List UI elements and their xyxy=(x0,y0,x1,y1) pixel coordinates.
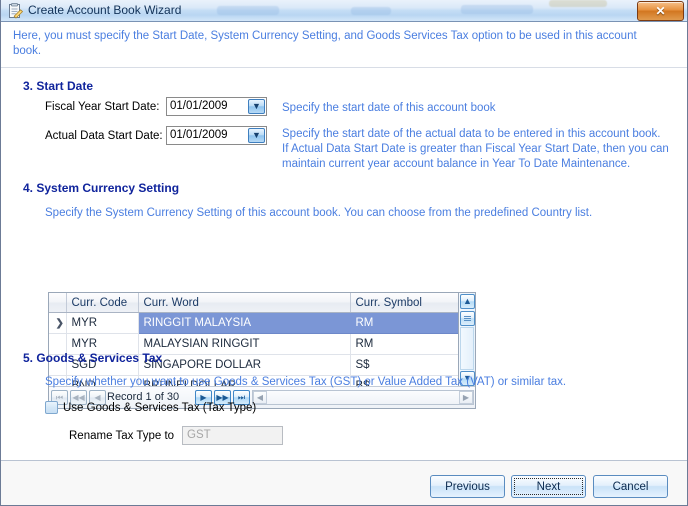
chevron-left-icon: ◀ xyxy=(256,393,264,402)
grid-vertical-scrollbar[interactable]: ▲ ▼ xyxy=(458,293,475,387)
close-icon: ✕ xyxy=(655,4,666,18)
scroll-up-button[interactable]: ▲ xyxy=(460,294,475,309)
fiscal-year-start-date-description: Specify the start date of this account b… xyxy=(282,102,496,114)
goods-services-tax-hint: Specify whether you want to use Goods & … xyxy=(45,376,567,388)
current-row-arrow-icon: ❯ xyxy=(55,318,64,329)
rename-tax-type-label: Rename Tax Type to xyxy=(69,430,175,442)
prev-record-icon: ◀ xyxy=(94,393,101,402)
row-indicator-header xyxy=(49,293,67,313)
row-indicator-cell[interactable]: ❯ xyxy=(49,312,67,334)
actual-data-description-line-3: maintain current year account balance in… xyxy=(282,158,631,170)
table-row[interactable]: ❯ MYR RINGGIT MALAYSIA RM xyxy=(49,312,458,334)
next-page-icon: ▶▶ xyxy=(216,393,229,402)
actual-data-description-line-2: If Actual Data Start Date is greater tha… xyxy=(282,143,669,155)
titlebar-glass-artifact xyxy=(549,0,607,7)
actual-data-start-date-label: Actual Data Start Date: xyxy=(45,130,163,142)
title-bar: Create Account Book Wizard ✕ xyxy=(1,0,687,22)
prev-page-icon: ◀◀ xyxy=(72,393,85,402)
actual-data-description-line-1: Specify the start date of the actual dat… xyxy=(282,128,661,140)
instruction-text: Here, you must specify the Start Date, S… xyxy=(13,30,637,57)
cell-curr-word[interactable]: MALAYSIAN RINGGIT xyxy=(138,333,351,355)
section-heading-start-date: 3. Start Date xyxy=(23,79,94,93)
chevron-up-icon: ▲ xyxy=(463,296,472,306)
close-button[interactable]: ✕ xyxy=(637,1,684,21)
cell-curr-word[interactable]: RINGGIT MALAYSIA xyxy=(138,312,351,334)
scrollbar-grip-icon xyxy=(464,316,471,321)
currency-grid-viewport: Curr. Code Curr. Word Curr. Symbol ❯ MYR… xyxy=(49,293,458,387)
previous-button[interactable]: Previous xyxy=(430,475,505,498)
currency-grid-table: Curr. Code Curr. Word Curr. Symbol ❯ MYR… xyxy=(49,293,458,387)
scrollbar-thumb[interactable] xyxy=(460,311,475,326)
cell-curr-symbol[interactable]: S$ xyxy=(350,354,458,376)
rename-tax-type-input[interactable]: GST xyxy=(182,426,283,445)
use-goods-services-tax-checkbox[interactable] xyxy=(45,401,58,414)
fiscal-year-start-date-label: Fiscal Year Start Date: xyxy=(45,101,160,113)
wizard-content: 3. Start Date Fiscal Year Start Date: 01… xyxy=(1,68,687,460)
next-button[interactable]: Next xyxy=(511,475,586,498)
titlebar-glass-artifact xyxy=(461,5,533,14)
currency-grid-header-row: Curr. Code Curr. Word Curr. Symbol xyxy=(49,293,458,313)
section-heading-goods-services-tax: 5. Goods & Services Tax xyxy=(23,351,163,365)
system-currency-hint: Specify the System Currency Setting of t… xyxy=(45,207,593,219)
wizard-footer: Previous Next Cancel xyxy=(1,460,687,505)
grid-horizontal-scrollbar[interactable]: ◀ ▶ xyxy=(252,390,474,405)
cell-curr-symbol[interactable]: RM xyxy=(350,333,458,355)
use-goods-services-tax-label: Use Goods & Services Tax (Tax Type) xyxy=(63,402,257,414)
rename-tax-type-placeholder: GST xyxy=(187,429,211,441)
column-header-curr-symbol[interactable]: Curr. Symbol xyxy=(350,293,458,313)
titlebar-glass-artifact xyxy=(217,6,279,15)
scrollbar-track[interactable] xyxy=(460,327,474,370)
section-heading-system-currency: 4. System Currency Setting xyxy=(23,181,180,195)
cell-curr-code[interactable]: MYR xyxy=(66,312,139,334)
window-title: Create Account Book Wizard xyxy=(28,3,182,17)
fiscal-year-start-date-input[interactable]: 01/01/2009 ▼ xyxy=(166,97,267,116)
last-record-icon: ⏭ xyxy=(237,393,246,402)
chevron-down-icon: ▼ xyxy=(252,101,261,111)
scroll-right-button[interactable]: ▶ xyxy=(459,391,473,404)
fiscal-year-date-dropdown-button[interactable]: ▼ xyxy=(248,99,265,114)
actual-data-date-dropdown-button[interactable]: ▼ xyxy=(248,128,265,143)
column-header-curr-code[interactable]: Curr. Code xyxy=(66,293,139,313)
create-account-book-wizard-window: Create Account Book Wizard ✕ Here, you m… xyxy=(0,0,688,506)
actual-data-start-date-input[interactable]: 01/01/2009 ▼ xyxy=(166,126,267,145)
actual-data-start-date-value: 01/01/2009 xyxy=(170,129,228,141)
chevron-down-icon: ▼ xyxy=(252,130,261,140)
document-wizard-icon xyxy=(7,3,24,19)
cell-curr-symbol[interactable]: RM xyxy=(350,312,458,334)
cancel-button[interactable]: Cancel xyxy=(593,475,668,498)
titlebar-glass-artifact xyxy=(351,7,391,15)
next-button-label: Next xyxy=(536,480,561,493)
column-header-curr-word[interactable]: Curr. Word xyxy=(138,293,351,313)
fiscal-year-start-date-value: 01/01/2009 xyxy=(170,100,228,112)
next-record-icon: ▶ xyxy=(200,393,207,402)
chevron-right-icon: ▶ xyxy=(462,393,470,402)
instruction-banner: Here, you must specify the Start Date, S… xyxy=(1,22,687,68)
cell-curr-word[interactable]: SINGAPORE DOLLAR xyxy=(138,354,351,376)
